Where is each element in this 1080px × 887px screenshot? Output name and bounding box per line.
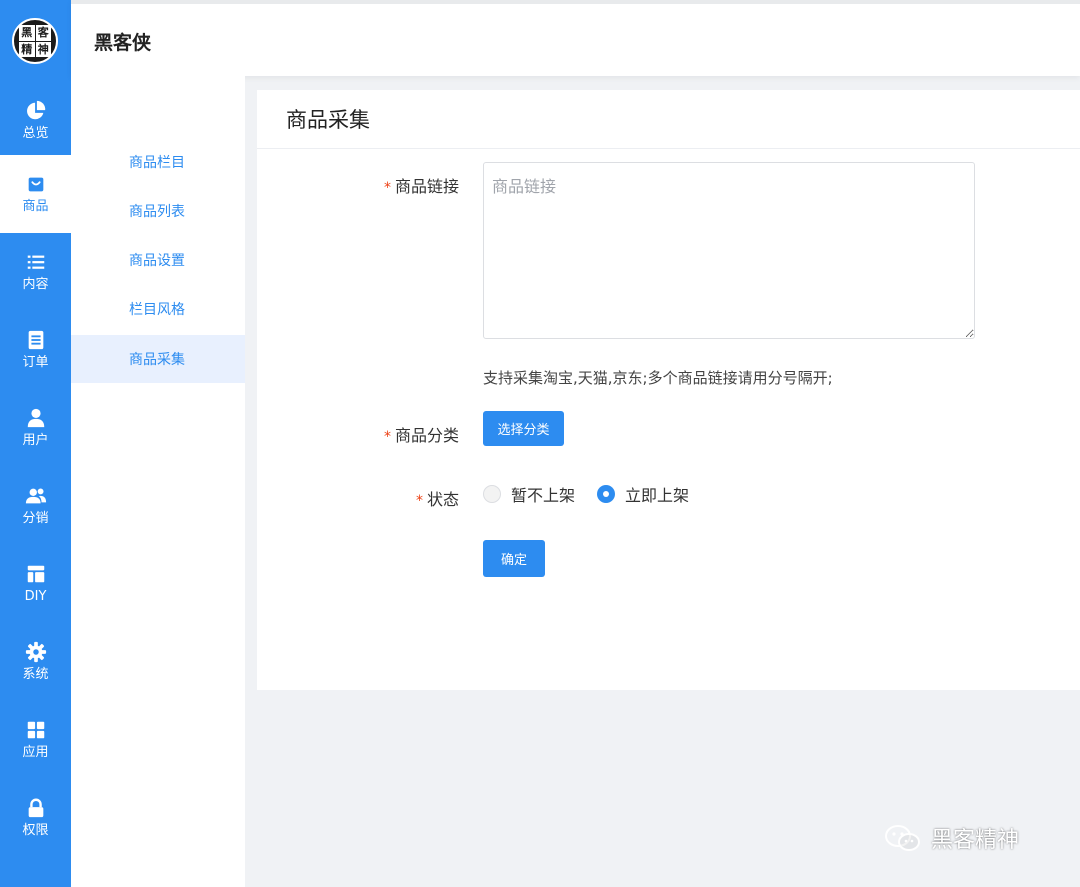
sidebar-item-users[interactable]: 用户 — [0, 389, 71, 467]
collect-hint: 支持采集淘宝,天猫,京东;多个商品链接请用分号隔开; — [483, 369, 833, 387]
header: 黑客侠 — [71, 0, 1080, 76]
submenu-item-product-collect[interactable]: 商品采集 — [71, 335, 245, 383]
logo-char: 神 — [35, 41, 51, 57]
main-sidebar: 黑 客 精 神 总览 商品 内容 订单 用户 分销 DIY 系统 应用 权限 — [0, 0, 71, 887]
radio-label: 立即上架 — [625, 486, 690, 505]
category-label-text: 商品分类 — [394, 426, 459, 445]
product-link-textarea[interactable] — [483, 162, 975, 339]
sidebar-item-label: 应用 — [22, 745, 49, 760]
group-icon — [25, 488, 46, 504]
wechat-icon — [885, 825, 920, 851]
watermark: 黑客精神 — [883, 822, 1019, 854]
watermark-text: 黑客精神 — [931, 828, 1020, 853]
radio-not-listed[interactable]: 暂不上架 — [483, 482, 575, 506]
user-icon — [27, 408, 44, 428]
submenu-item-product-list[interactable]: 商品列表 — [71, 187, 245, 235]
sidebar-item-permissions[interactable]: 权限 — [0, 779, 71, 857]
lock-icon — [28, 798, 43, 818]
submenu-item-column-style[interactable]: 栏目风格 — [71, 285, 245, 333]
required-mark: * — [383, 180, 391, 196]
sidebar-item-label: 分销 — [22, 511, 49, 526]
sidebar-item-content[interactable]: 内容 — [0, 233, 71, 311]
order-document-icon — [28, 330, 43, 350]
submenu-item-product-columns[interactable]: 商品栏目 — [71, 138, 245, 186]
category-label: * 商品分类 — [384, 422, 459, 446]
sidebar-item-diy[interactable]: DIY — [0, 545, 71, 623]
sidebar-item-label: 权限 — [22, 823, 49, 838]
gear-icon — [25, 641, 46, 663]
status-radio-group: 暂不上架 立即上架 — [483, 482, 711, 506]
sidebar-item-label: 订单 — [22, 355, 49, 370]
sidebar-item-label: DIY — [24, 589, 47, 604]
sidebar-item-label: 总览 — [22, 126, 49, 141]
secondary-sidebar: 商品栏目 商品列表 商品设置 栏目风格 商品采集 — [71, 76, 245, 887]
sidebar-item-label: 内容 — [22, 277, 49, 292]
divider — [257, 148, 1080, 149]
radio-checked-icon[interactable] — [597, 485, 616, 503]
select-category-button[interactable]: 选择分类 — [483, 411, 564, 446]
brand-title: 黑客侠 — [94, 32, 152, 54]
shopping-bag-icon — [28, 177, 43, 192]
sidebar-item-label: 用户 — [22, 433, 49, 448]
logo: 黑 客 精 神 — [12, 18, 58, 64]
logo-char: 黑 — [19, 25, 35, 41]
content-card: 商品采集 *商品链接 支持采集淘宝,天猫,京东;多个商品链接请用分号隔开; *商… — [257, 90, 1080, 690]
pie-chart-icon — [26, 100, 45, 120]
sidebar-item-label: 系统 — [22, 667, 49, 682]
radio-unchecked-icon[interactable] — [483, 485, 501, 503]
radio-label: 暂不上架 — [511, 486, 576, 505]
sidebar-item-overview[interactable]: 总览 — [0, 82, 71, 160]
logo-char: 客 — [35, 25, 51, 41]
status-label: * 状态 — [416, 486, 459, 510]
sidebar-item-orders[interactable]: 订单 — [0, 311, 71, 389]
page-title: 商品采集 — [286, 108, 370, 132]
required-mark: * — [383, 429, 391, 445]
layout-icon — [27, 565, 44, 583]
sidebar-item-products[interactable]: 商品 — [0, 155, 71, 233]
sidebar-item-apps[interactable]: 应用 — [0, 701, 71, 779]
logo-char: 精 — [19, 41, 35, 57]
link-label: * 商品链接 — [384, 173, 459, 197]
list-icon — [27, 255, 44, 269]
confirm-button[interactable]: 确定 — [483, 540, 545, 577]
status-label-text: 状态 — [426, 490, 459, 509]
sidebar-item-distribution[interactable]: 分销 — [0, 467, 71, 545]
apps-grid-icon — [27, 721, 44, 739]
link-label-text: 商品链接 — [394, 177, 459, 196]
submenu-item-product-settings[interactable]: 商品设置 — [71, 236, 245, 284]
radio-list-now[interactable]: 立即上架 — [597, 482, 689, 506]
required-mark: * — [415, 493, 423, 509]
sidebar-item-system[interactable]: 系统 — [0, 623, 71, 701]
sidebar-item-label: 商品 — [22, 199, 49, 214]
